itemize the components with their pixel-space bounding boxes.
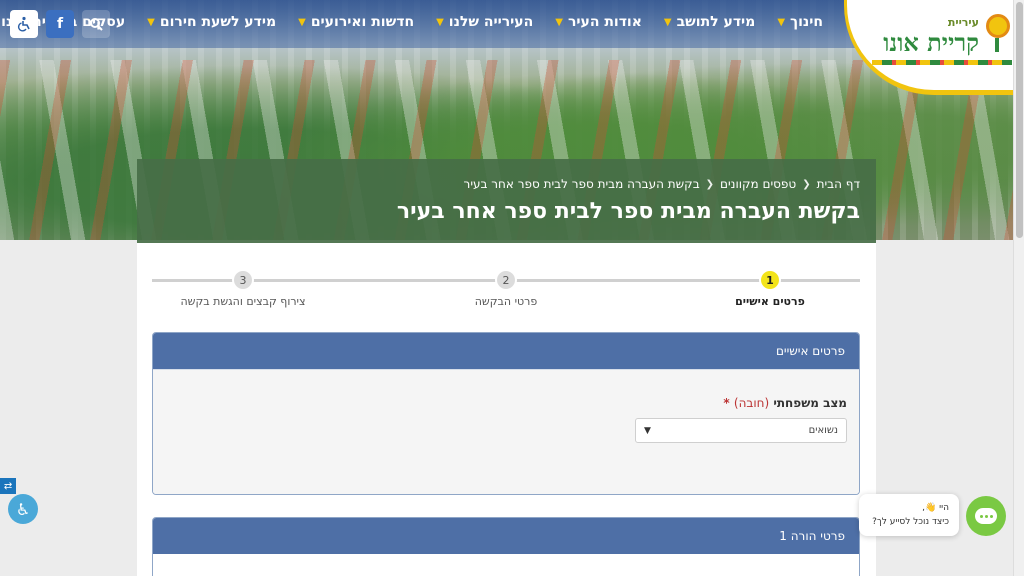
menu-item-label: העירייה שלנו [448,14,534,30]
step-label: פרטים אישיים [735,295,805,308]
menu-item-label: חדשות ואירועים [310,14,415,30]
chevron-down-icon: ▼ [436,16,444,28]
social-toolbar: f [10,10,110,38]
main-menu: חינוך ▼ מידע לתושב ▼ אודות העיר ▼ העיריי… [1,14,823,30]
marital-status-label: מצב משפחתי (חובה) * [723,396,847,410]
menu-item-news-events[interactable]: חדשות ואירועים ▼ [298,14,414,30]
chevron-down-icon: ▼ [644,425,651,436]
chat-greeting: היי 👋, [922,503,949,513]
panel-body: מצב משפחתי (חובה) * נשואים ▼ [153,369,859,494]
chat-button[interactable] [966,496,1006,536]
panel-title: פרטים אישיים [153,333,859,369]
chevron-down-icon: ▼ [298,16,306,28]
facebook-icon: f [56,16,64,32]
chat-prompt: כיצד נוכל לסייע לך? [872,517,949,527]
logo-stripe [872,60,1012,65]
scrollbar-thumb[interactable] [1016,2,1023,238]
step-number: 2 [495,269,517,291]
personal-details-panel: פרטים אישיים מצב משפחתי (חובה) * נשואים … [152,332,860,495]
wheelchair-icon[interactable] [10,10,38,38]
menu-item-emergency-info[interactable]: מידע לשעת חירום ▼ [147,14,276,30]
step-request-details[interactable]: 2 פרטי הבקשה [406,269,606,308]
required-text: (חובה) [733,396,770,410]
menu-item-label: חינוך [790,14,823,30]
page-title: בקשת העברה מבית ספר לבית ספר אחר בעיר [396,199,860,224]
facebook-button[interactable]: f [46,10,74,38]
chevron-down-icon: ▼ [663,16,672,28]
field-label-text: מצב משפחתי [773,396,847,410]
marital-status-select[interactable]: נשואים ▼ [635,418,847,443]
step-number: 3 [232,269,254,291]
chevron-down-icon: ▼ [147,16,155,28]
breadcrumb-current: בקשת העברה מבית ספר לבית ספר אחר בעיר [463,177,700,191]
chat-icon [975,508,997,524]
flower-icon [984,14,1010,54]
menu-item-about-city[interactable]: אודות העיר ▼ [555,14,642,30]
required-star: * [723,396,730,410]
accessibility-toggle-icon[interactable]: ⇄ [0,478,16,494]
chevron-down-icon: ▼ [555,16,563,28]
chevron-left-icon: ❮ [802,178,811,190]
step-attach-submit[interactable]: 3 צירוף קבצים והגשת בקשה [143,269,343,308]
breadcrumb: דף הבית ❮ טפסים מקוונים ❮ בקשת העברה מבי… [153,177,860,191]
menu-item-education[interactable]: חינוך ▼ [777,14,823,30]
parent-1-panel: פרטי הורה 1 [152,517,860,576]
panel-title: פרטי הורה 1 [153,518,859,554]
form-stepper: 1 פרטים אישיים 2 פרטי הבקשה 3 צירוף קבצי… [152,269,860,309]
select-value: נשואים [808,425,838,436]
search-icon [90,18,103,31]
search-button[interactable] [82,10,110,38]
menu-item-resident-info[interactable]: מידע לתושב ▼ [664,14,755,30]
menu-item-label: מידע לשעת חירום [159,14,277,30]
chevron-down-icon: ▼ [777,16,786,28]
breadcrumb-home-link[interactable]: דף הבית [817,177,860,191]
menu-item-label: אודות העיר [567,14,642,30]
page-title-banner: דף הבית ❮ טפסים מקוונים ❮ בקשת העברה מבי… [137,159,876,243]
chevron-left-icon: ❮ [705,178,715,190]
menu-item-our-municipality[interactable]: העירייה שלנו ▼ [436,14,533,30]
accessibility-widget-icon[interactable]: ♿ [8,494,38,524]
page-scrollbar[interactable] [1013,0,1024,576]
menu-item-label: מידע לתושב [676,14,756,30]
step-personal-details[interactable]: 1 פרטים אישיים [670,269,870,308]
breadcrumb-forms-link[interactable]: טפסים מקוונים [720,177,796,191]
step-label: צירוף קבצים והגשת בקשה [180,295,306,308]
chat-greeting-bubble[interactable]: היי 👋, כיצד נוכל לסייע לך? [859,494,959,536]
step-number: 1 [759,269,781,291]
logo-title: קריית אונו [883,28,979,57]
step-label: פרטי הבקשה [474,295,538,308]
form-container: 1 פרטים אישיים 2 פרטי הבקשה 3 צירוף קבצי… [137,243,876,576]
